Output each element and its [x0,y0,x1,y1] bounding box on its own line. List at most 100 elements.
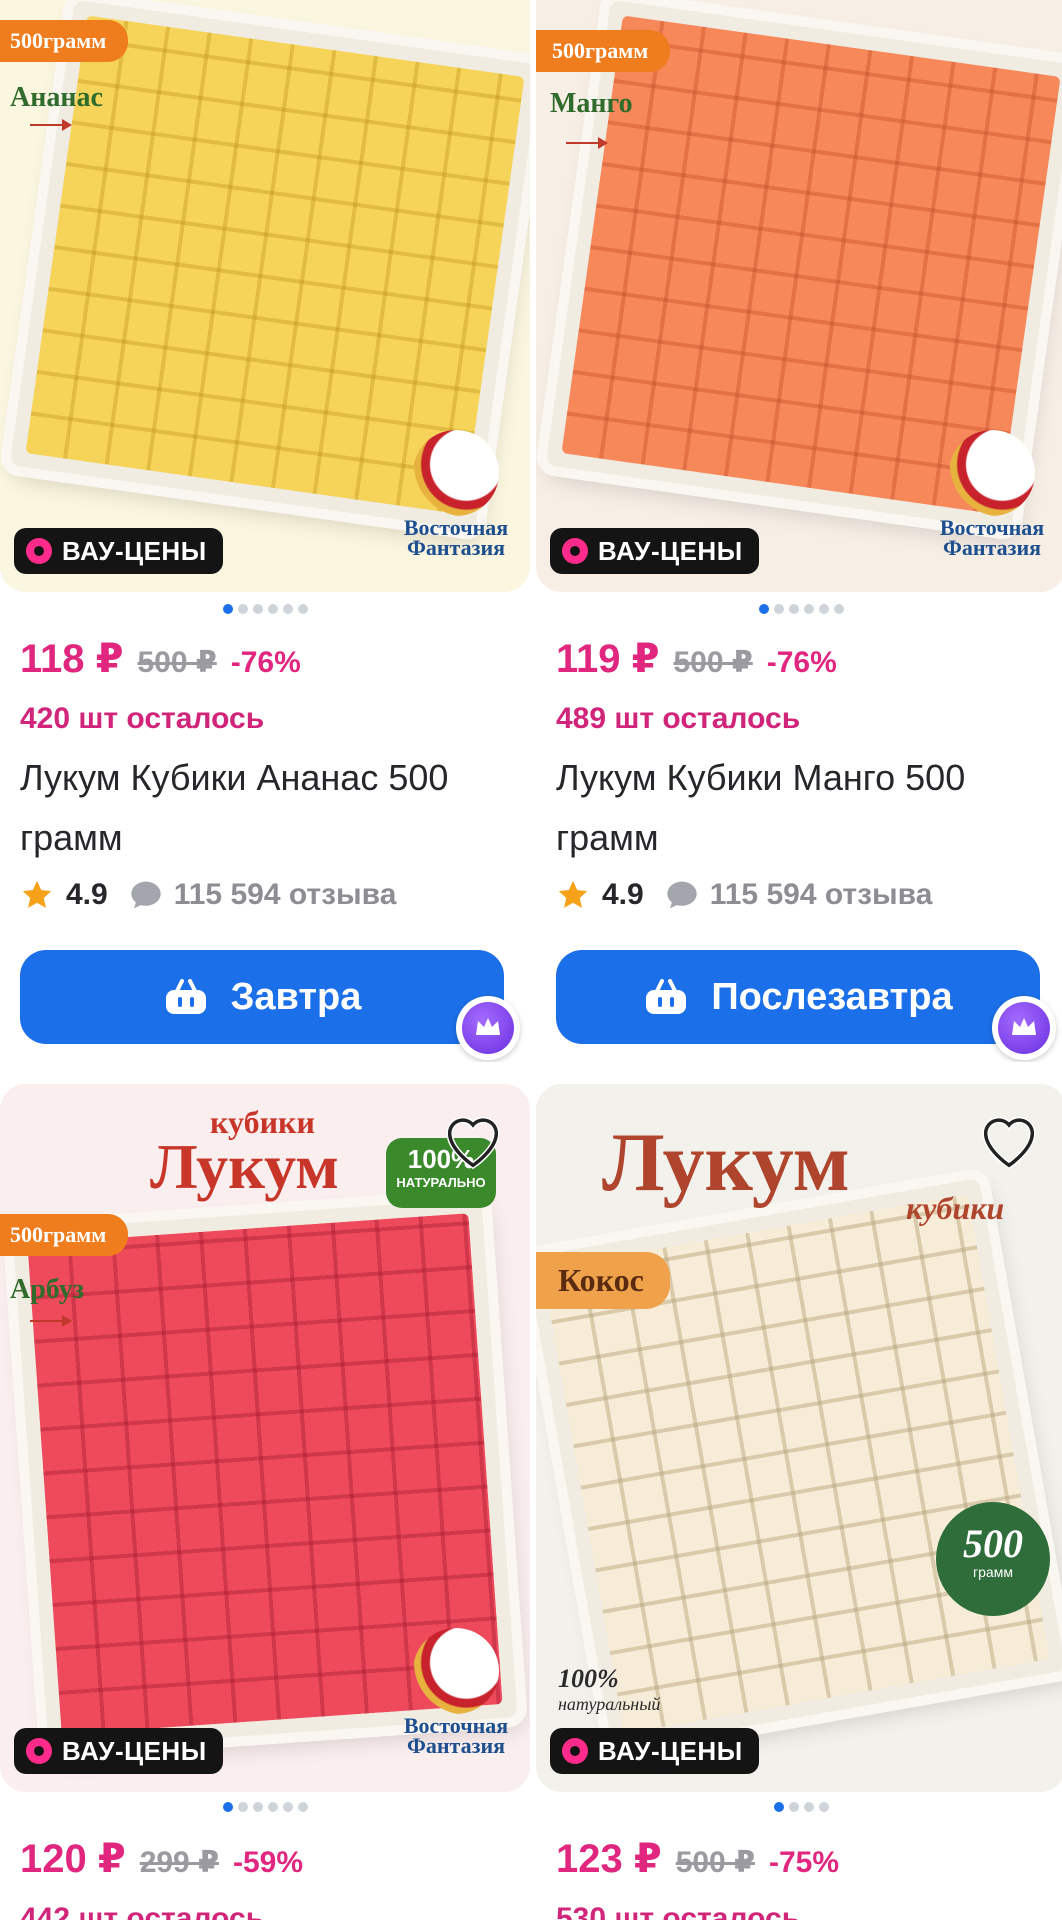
old-price: 500 ₽ [675,1846,755,1879]
flavor-label: Кокос [558,1262,644,1298]
pagination-dot [758,604,769,614]
premium-badge [456,996,520,1060]
delivery-buy-button[interactable]: Послезавтра [556,950,1040,1044]
brand-logo: Восточная Фантазия [392,430,520,559]
crown-icon [1012,1018,1036,1035]
star-icon [558,880,588,908]
pagination-dot [222,604,233,614]
old-price: 500 ₽ [137,646,217,679]
star-icon [22,880,52,908]
price-row: 119 ₽ 500 ₽ -76% [556,636,837,682]
wow-price-badge: ВАУ-ЦЕНЫ [550,528,759,574]
comment-icon [131,881,161,909]
pagination-dot [252,1802,263,1812]
product-photo[interactable]: Лукум кубики Кокос 500 грамм 100% натура… [536,1084,1062,1792]
crown-icon [476,1018,500,1035]
flavor-label: Манго [550,88,633,119]
flavor-label: Арбуз [10,1274,84,1305]
product-photo[interactable]: кубики Лукум 100% НАТУРАЛЬНО 500грамм Ар… [0,1084,530,1792]
burst-icon [562,1738,588,1764]
stock-left: 530 шт осталось [556,1902,801,1920]
photo-pagination [536,1802,1062,1812]
delivery-buy-button[interactable]: Завтра [20,950,504,1044]
delivery-label: Завтра [230,975,362,1018]
current-price: 118 ₽ [20,637,124,681]
discount: -76% [230,646,301,679]
delivery-label: Послезавтра [711,975,953,1018]
arrow-icon [30,119,72,131]
pagination-dot [267,604,278,614]
pagination-dot [773,1802,784,1812]
pagination-dot [803,1802,814,1812]
wow-price-badge: ВАУ-ЦЕНЫ [14,528,223,574]
heart-icon[interactable] [438,1104,508,1174]
basket-icon [646,979,687,1014]
pagination-dot [788,1802,799,1812]
comment-icon [667,881,697,909]
product-title[interactable]: Лукум Кубики Манго 500 грамм [556,748,1046,868]
mosque-moon-icon [949,430,1035,516]
brand-logo: Восточная Фантазия [392,1628,520,1757]
pagination-dot [297,604,308,614]
burst-icon [26,538,52,564]
pagination-dot [788,604,799,614]
product-title[interactable]: Лукум Кубики Ананас 500 грамм [20,748,510,868]
heart-icon[interactable] [974,1104,1044,1174]
pagination-dot [818,1802,829,1812]
photo-pagination [0,604,530,614]
mosque-moon-icon [413,1628,499,1714]
arrow-icon [30,1315,72,1327]
photo-pagination [536,604,1062,614]
pagination-dot [267,1802,278,1812]
pagination-dot [237,604,248,614]
rating-row: 4.9 115 594 отзыва [20,878,396,912]
rating-score: 4.9 [602,878,644,911]
premium-badge [992,996,1056,1060]
pagination-dot [773,604,784,614]
pagination-dot [818,604,829,614]
product-card[interactable]: 500грамм Ананас Восточная Фантазия ВАУ-Ц… [0,0,530,1062]
stock-left: 420 шт осталось [20,702,265,735]
wow-price-badge: ВАУ-ЦЕНЫ [14,1728,223,1774]
basket-icon [165,979,206,1014]
header-big: Лукум [602,1116,850,1209]
reviews-count[interactable]: 115 594 отзыва [174,878,397,912]
header-big: Лукум [150,1131,339,1202]
discount: -75% [768,1846,839,1879]
burst-icon [26,1738,52,1764]
pagination-dot [282,604,293,614]
price-row: 118 ₽ 500 ₽ -76% [20,636,301,682]
pagination-dot [237,1802,248,1812]
price-row: 120 ₽ 299 ₽ -59% [20,1836,303,1882]
pagination-dot [803,604,814,614]
old-price: 500 ₽ [673,646,753,679]
photo-pagination [0,1802,530,1812]
current-price: 123 ₽ [556,1837,662,1881]
old-price: 299 ₽ [139,1846,219,1879]
pagination-dot [297,1802,308,1812]
product-card[interactable]: Лукум кубики Кокос 500 грамм 100% натура… [536,1084,1062,1920]
pagination-dot [222,1802,233,1812]
mosque-moon-icon [413,430,499,516]
product-card[interactable]: кубики Лукум 100% НАТУРАЛЬНО 500грамм Ар… [0,1084,530,1920]
current-price: 120 ₽ [20,1837,126,1881]
weight-circle: 500 грамм [936,1502,1050,1616]
arrow-icon [566,137,608,149]
product-card[interactable]: 500грамм Манго Восточная Фантазия ВАУ-ЦЕ… [536,0,1062,1062]
product-photo[interactable]: 500грамм Манго Восточная Фантазия ВАУ-ЦЕ… [536,0,1062,592]
burst-icon [562,538,588,564]
stock-left: 489 шт осталось [556,702,801,735]
weight-tag: 500грамм [0,20,129,62]
price-row: 123 ₽ 500 ₽ -75% [556,1836,839,1882]
flavor-tag: Кокос [536,1252,670,1309]
pagination-dot [252,604,263,614]
brand-logo: Восточная Фантазия [928,430,1056,559]
header-small: кубики [906,1190,1005,1226]
reviews-count[interactable]: 115 594 отзыва [710,878,933,912]
discount: -76% [766,646,837,679]
product-photo[interactable]: 500грамм Ананас Восточная Фантазия ВАУ-Ц… [0,0,530,592]
wow-price-badge: ВАУ-ЦЕНЫ [550,1728,759,1774]
rating-score: 4.9 [66,878,108,911]
discount: -59% [232,1846,303,1879]
weight-tag: 500грамм [536,30,671,72]
